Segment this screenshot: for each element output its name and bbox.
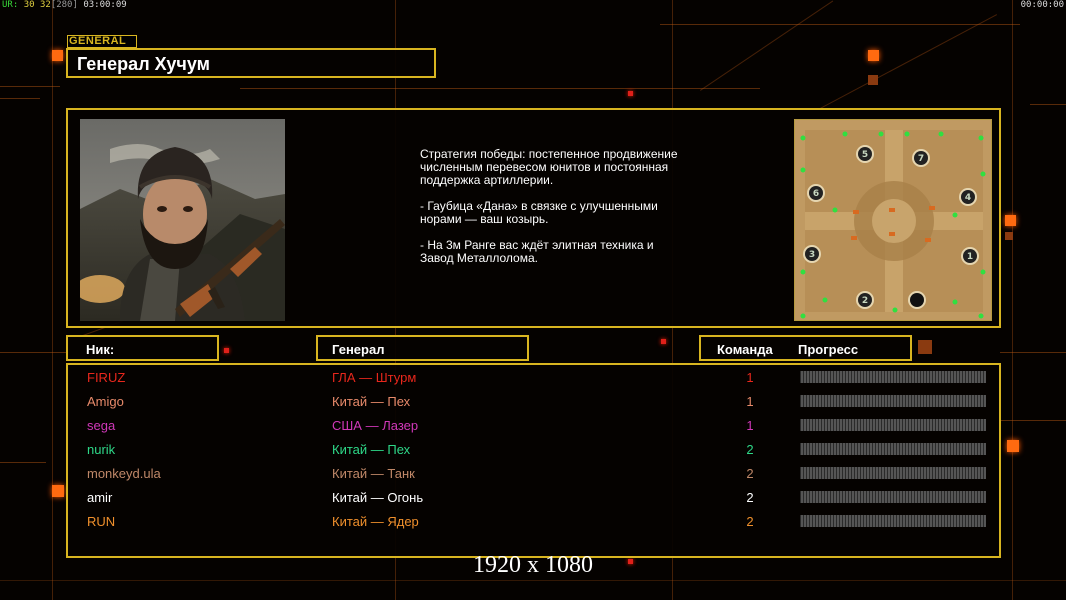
decor-square xyxy=(224,348,229,353)
decor-square xyxy=(1007,440,1019,452)
table-row: RUN Китай — Ядер 2 xyxy=(68,512,999,536)
map-slot-label: 6 xyxy=(813,189,819,199)
player-nick: nurik xyxy=(87,442,116,457)
hud-timer-right: 00:00:00 xyxy=(1020,0,1064,10)
player-progress-bar xyxy=(800,515,986,527)
decor-square xyxy=(1005,232,1013,240)
bg-line xyxy=(0,98,40,99)
player-general: Китай — Ядер xyxy=(332,514,419,529)
table-row: Amigo Китай — Пех 1 xyxy=(68,392,999,416)
player-general: ГЛА — Штурм xyxy=(332,370,417,385)
player-team: 2 xyxy=(746,466,754,481)
player-progress-bar xyxy=(800,419,986,431)
player-nick: monkeyd.ula xyxy=(87,466,161,481)
minimap: 5 7 6 4 3 1 2 xyxy=(794,119,992,321)
bg-line xyxy=(1012,0,1013,600)
map-slot-label: 3 xyxy=(809,250,815,260)
column-header-nick: Ник: xyxy=(86,342,115,357)
player-general: США — Лазер xyxy=(332,418,419,433)
column-header-team: Команда xyxy=(717,342,773,357)
player-progress-bar xyxy=(800,467,986,479)
map-slot-label: 7 xyxy=(918,154,924,164)
hud-value-3: [280] xyxy=(50,0,78,10)
player-nick: Amigo xyxy=(87,394,124,409)
bg-line xyxy=(1000,352,1066,353)
bg-line xyxy=(820,14,998,109)
player-general: Китай — Пех xyxy=(332,394,411,409)
map-slot-label: 4 xyxy=(965,193,971,203)
table-row: monkeyd.ula Китай — Танк 2 xyxy=(68,464,999,488)
hud-ur-label: UR: xyxy=(2,0,19,10)
bg-line xyxy=(660,24,1020,25)
player-progress-bar xyxy=(800,443,986,455)
section-tag: GENERAL xyxy=(67,35,137,48)
bg-line xyxy=(700,0,834,91)
decor-square xyxy=(1005,215,1016,226)
table-row: FIRUZ ГЛА — Штурм 1 xyxy=(68,368,999,392)
player-nick: amir xyxy=(87,490,113,505)
resolution-label: 1920 x 1080 xyxy=(473,552,593,578)
strategy-paragraph: - На 3м Ранге вас ждёт элитная техника и… xyxy=(420,238,654,265)
bg-line xyxy=(1000,420,1066,421)
player-general: Китай — Пех xyxy=(332,442,411,457)
player-nick: FIRUZ xyxy=(87,370,126,385)
general-name: Генерал Хучум xyxy=(77,54,210,74)
hud-timer-left: 03:00:09 xyxy=(83,0,127,10)
column-header-general-frame: Генерал xyxy=(316,335,529,361)
player-team: 1 xyxy=(746,370,754,385)
map-slot-label: 2 xyxy=(862,296,868,306)
map-slot-label: 1 xyxy=(967,252,973,262)
bg-line xyxy=(0,352,66,353)
player-team: 2 xyxy=(746,514,754,529)
hud-value-1: 30 xyxy=(23,0,35,10)
table-row: amir Китай — Огонь 2 xyxy=(68,488,999,512)
player-team: 1 xyxy=(746,394,754,409)
player-nick: RUN xyxy=(87,514,116,529)
strategy-paragraph: Стратегия победы: постепенное продвижени… xyxy=(420,147,678,187)
player-team: 2 xyxy=(746,442,754,457)
general-portrait xyxy=(80,119,285,321)
column-header-team-progress-frame: Команда Прогресс xyxy=(699,335,912,361)
decor-square xyxy=(868,50,879,61)
player-general: Китай — Огонь xyxy=(332,490,424,505)
decor-square xyxy=(52,50,63,61)
title-frame: Генерал Хучум xyxy=(66,48,436,78)
column-header-progress: Прогресс xyxy=(798,342,859,357)
column-header-general: Генерал xyxy=(332,342,385,357)
decor-square xyxy=(868,75,878,85)
bg-line xyxy=(240,88,760,89)
player-general: Китай — Танк xyxy=(332,466,415,481)
hud-stats: UR: 30 32[280] 03:00:09 xyxy=(2,0,127,10)
decor-square xyxy=(661,339,666,344)
bg-line xyxy=(52,0,53,600)
player-table: FIRUZ ГЛА — Штурм 1 Amigo Китай — Пех 1 sega СШ… xyxy=(66,363,1001,558)
player-team: 1 xyxy=(746,418,754,433)
player-nick: sega xyxy=(87,418,116,433)
player-progress-bar xyxy=(800,371,986,383)
bg-line xyxy=(0,462,46,463)
table-row: sega США — Лазер 1 xyxy=(68,416,999,440)
decor-square xyxy=(628,91,633,96)
strategy-paragraph: - Гаубица «Дана» в связке с улучшенными … xyxy=(420,199,658,226)
bg-line xyxy=(0,580,1066,581)
player-progress-bar xyxy=(800,491,986,503)
decor-square xyxy=(52,485,64,497)
map-slot-label: 5 xyxy=(862,150,868,160)
player-team: 2 xyxy=(746,490,754,505)
hud-value-2: 32 xyxy=(39,0,51,10)
bg-line xyxy=(0,86,60,87)
player-progress-bar xyxy=(800,395,986,407)
column-header-nick-frame: Ник: xyxy=(66,335,219,361)
table-row: nurik Китай — Пех 2 xyxy=(68,440,999,464)
general-info-panel: Стратегия победы: постепенное продвижени… xyxy=(66,108,1001,328)
strategy-text: Стратегия победы: постепенное продвижени… xyxy=(420,148,680,278)
decor-square xyxy=(918,340,932,354)
bg-line xyxy=(1030,104,1066,105)
